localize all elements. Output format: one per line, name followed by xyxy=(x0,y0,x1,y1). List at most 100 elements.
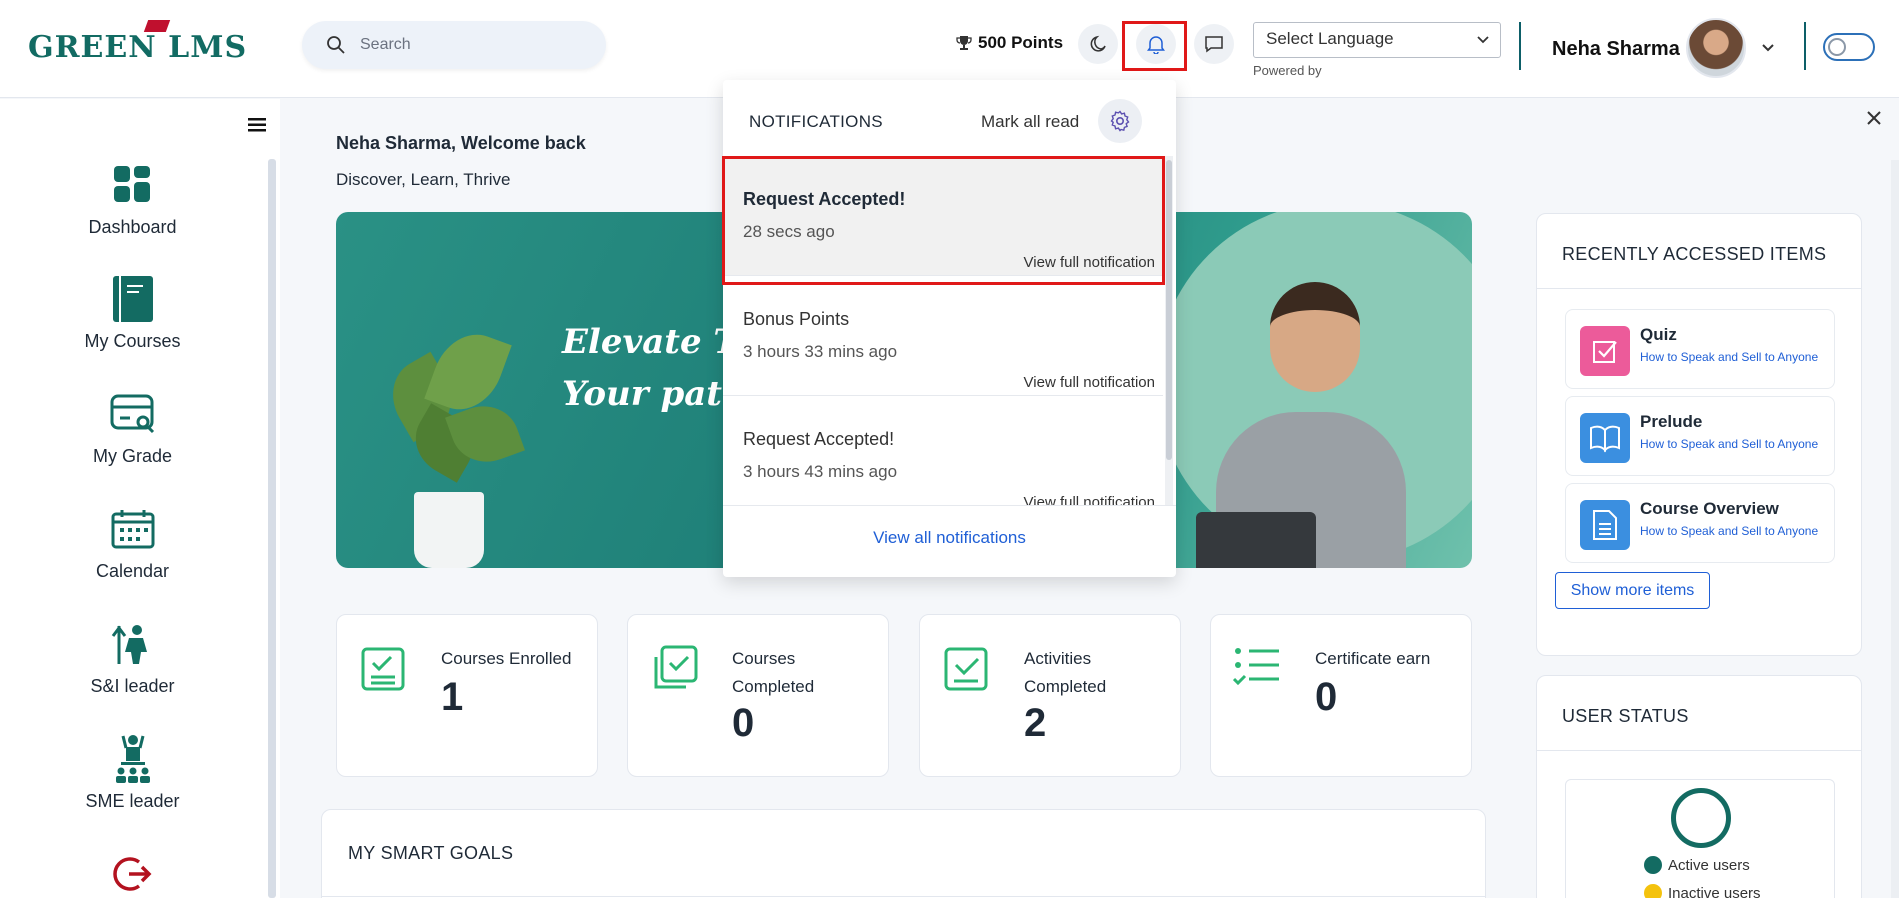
recent-item-course-link[interactable]: How to Speak and Sell to Anyone xyxy=(1640,437,1818,451)
hero-person-head xyxy=(1270,282,1360,392)
stat-value: 1 xyxy=(441,675,464,719)
legend-dot xyxy=(1644,884,1662,898)
sidebar-item-label: Calendar xyxy=(95,561,170,581)
notification-time: 3 hours 43 mins ago xyxy=(743,462,898,481)
notification-item[interactable]: Bonus Points 3 hours 33 mins ago View fu… xyxy=(723,276,1163,396)
view-full-notification-link[interactable]: View full notification xyxy=(1024,374,1155,391)
recent-item-prelude[interactable]: Prelude How to Speak and Sell to Anyone xyxy=(1565,396,1835,476)
scrollbar-thumb[interactable] xyxy=(1166,160,1172,460)
recent-item-title: Quiz xyxy=(1640,325,1677,344)
chevron-down-icon xyxy=(1477,36,1489,44)
powered-by-label: Powered by xyxy=(1253,63,1322,78)
logo-text: GREEN LMS xyxy=(28,30,248,65)
show-more-items-button[interactable]: Show more items xyxy=(1555,572,1710,609)
sidebar-item-label: My Courses xyxy=(84,331,181,351)
notifications-scrollbar[interactable] xyxy=(1165,156,1173,505)
search-icon xyxy=(327,36,345,54)
gear-icon xyxy=(1110,110,1130,132)
recent-item-course-overview[interactable]: Course Overview How to Speak and Sell to… xyxy=(1565,483,1835,563)
quiz-icon xyxy=(1580,326,1630,376)
view-full-notification-link[interactable]: View full notification xyxy=(1024,494,1155,505)
checkbox-icon xyxy=(944,647,988,691)
stat-value: 0 xyxy=(732,701,755,745)
notification-time: 3 hours 33 mins ago xyxy=(743,342,898,361)
sidebar-scrollbar[interactable] xyxy=(268,159,276,898)
legend-inactive-users: Inactive users xyxy=(1644,884,1761,898)
view-full-notification-link[interactable]: View full notification xyxy=(1024,254,1155,271)
close-icon[interactable] xyxy=(1866,110,1882,126)
trophy-icon xyxy=(956,36,972,50)
notification-item[interactable]: Request Accepted! 28 secs ago View full … xyxy=(723,156,1163,276)
dashboard-icon xyxy=(113,166,150,202)
language-select-label: Select Language xyxy=(1266,29,1394,48)
notifications-title: NOTIFICATIONS xyxy=(749,112,883,131)
search-input[interactable] xyxy=(360,31,590,59)
stacked-check-icon xyxy=(654,645,698,689)
stat-card-certificate-earn[interactable]: Certificate earn 0 xyxy=(1210,614,1472,777)
points-display[interactable]: 500 Points xyxy=(956,33,1063,53)
recent-item-course-link[interactable]: How to Speak and Sell to Anyone xyxy=(1640,524,1818,538)
plant-pot-decoration xyxy=(414,492,484,568)
language-select[interactable]: Select Language xyxy=(1253,22,1501,58)
sidebar-item-calendar[interactable]: Calendar xyxy=(0,499,265,582)
presenter-icon xyxy=(115,735,150,783)
divider xyxy=(1537,750,1861,751)
view-all-notifications-link[interactable]: View all notifications xyxy=(873,528,1026,548)
notifications-dropdown: NOTIFICATIONS Mark all read Request Acce… xyxy=(723,80,1176,577)
book-icon xyxy=(112,276,153,322)
legend-dot xyxy=(1644,856,1662,874)
page-scrollbar[interactable] xyxy=(1891,160,1899,898)
logout-icon xyxy=(112,857,151,891)
sidebar: Dashboard My Courses My Grade Calendar S… xyxy=(0,99,280,898)
dark-mode-button[interactable] xyxy=(1078,24,1118,64)
stat-label: Certificate earn xyxy=(1315,649,1431,668)
stat-card-courses-completed[interactable]: Courses Completed 0 xyxy=(627,614,889,777)
user-menu-chevron-icon[interactable] xyxy=(1760,40,1776,56)
messages-button[interactable] xyxy=(1194,24,1234,64)
open-book-icon xyxy=(1580,413,1630,463)
notifications-footer: View all notifications xyxy=(723,505,1176,577)
stat-label: Activities Completed xyxy=(1024,649,1107,696)
smart-goals-panel: MY SMART GOALS xyxy=(321,809,1486,898)
user-name[interactable]: Neha Sharma xyxy=(1552,38,1680,61)
sidebar-item-label: SME leader xyxy=(85,791,180,811)
stat-label: Courses Completed xyxy=(732,649,815,696)
sidebar-item-logout[interactable] xyxy=(0,844,265,898)
sidebar-item-label: Dashboard xyxy=(88,217,177,237)
recently-accessed-panel: RECENTLY ACCESSED ITEMS Quiz How to Spea… xyxy=(1536,213,1862,656)
header-divider xyxy=(1519,22,1521,70)
search-bar[interactable] xyxy=(302,21,606,69)
legend-active-users: Active users xyxy=(1644,856,1750,874)
notification-item[interactable]: Request Accepted! 3 hours 43 mins ago Vi… xyxy=(723,396,1163,505)
sidebar-item-sme-leader[interactable]: SME leader xyxy=(0,729,265,812)
user-status-title: USER STATUS xyxy=(1562,706,1689,726)
recent-item-course-link[interactable]: How to Speak and Sell to Anyone xyxy=(1640,350,1818,364)
header-divider-2 xyxy=(1804,22,1806,70)
notification-settings-button[interactable] xyxy=(1098,99,1142,143)
sidebar-item-si-leader[interactable]: S&I leader xyxy=(0,614,265,697)
logo[interactable]: GREEN LMS xyxy=(28,20,248,65)
sidebar-item-my-grade[interactable]: My Grade xyxy=(0,384,265,467)
moon-icon xyxy=(1090,35,1106,52)
recent-item-quiz[interactable]: Quiz How to Speak and Sell to Anyone xyxy=(1565,309,1835,389)
legend-label: Inactive users xyxy=(1668,884,1761,898)
chat-icon xyxy=(1205,36,1223,53)
hero-laptop xyxy=(1196,512,1316,568)
calendar-icon xyxy=(111,510,154,549)
stat-value: 2 xyxy=(1024,701,1047,745)
divider xyxy=(322,896,1485,897)
clipboard-check-icon xyxy=(361,647,405,691)
avatar[interactable] xyxy=(1686,18,1746,78)
user-status-ring xyxy=(1671,788,1731,848)
sidebar-item-label: My Grade xyxy=(92,446,173,466)
notification-time: 28 secs ago xyxy=(743,222,835,241)
stat-card-activities-completed[interactable]: Activities Completed 2 xyxy=(919,614,1181,777)
sidebar-item-my-courses[interactable]: My Courses xyxy=(0,269,265,352)
hamburger-menu-icon[interactable] xyxy=(248,117,266,133)
divider xyxy=(1537,288,1861,289)
stat-card-courses-enrolled[interactable]: Courses Enrolled 1 xyxy=(336,614,598,777)
sidebar-item-dashboard[interactable]: Dashboard xyxy=(0,155,265,238)
mark-all-read-link[interactable]: Mark all read xyxy=(981,112,1079,132)
theme-toggle[interactable] xyxy=(1823,33,1875,61)
smart-goals-title: MY SMART GOALS xyxy=(348,843,514,863)
